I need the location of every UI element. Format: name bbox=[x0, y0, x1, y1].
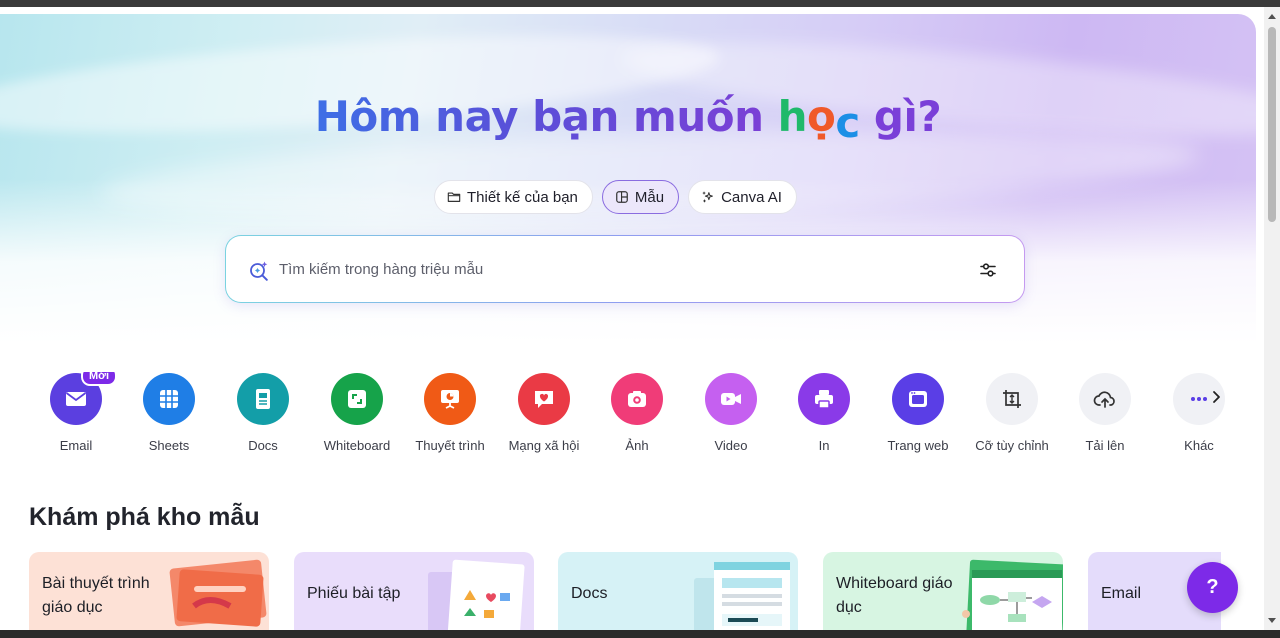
mode-tabs: Thiết kế của bạn Mẫu Canva AI bbox=[434, 180, 797, 214]
card-title: Docs bbox=[571, 585, 608, 602]
tab-label: Canva AI bbox=[721, 188, 782, 206]
whiteboard-icon bbox=[348, 390, 366, 408]
upload-cloud-icon bbox=[1093, 391, 1115, 408]
shortcut-label: Whiteboard bbox=[323, 438, 391, 453]
template-search-bar bbox=[225, 235, 1025, 303]
mail-icon bbox=[65, 392, 87, 406]
shortcut-social-media[interactable]: Mạng xã hội bbox=[497, 372, 591, 453]
shortcut-website[interactable]: Trang web bbox=[871, 372, 965, 453]
tab-your-designs[interactable]: Thiết kế của bạn bbox=[434, 180, 593, 214]
table-icon bbox=[160, 390, 178, 408]
card-docs[interactable]: Docs bbox=[558, 552, 798, 630]
shortcut-label: Docs bbox=[248, 438, 278, 453]
folder-icon bbox=[447, 192, 461, 202]
heart-icon bbox=[535, 391, 553, 408]
shortcut-custom-size[interactable]: Cỡ tùy chỉnh bbox=[965, 372, 1059, 453]
search-input[interactable] bbox=[279, 254, 939, 284]
doc-icon bbox=[256, 389, 270, 409]
shortcut-label: In bbox=[818, 438, 830, 453]
tab-templates[interactable]: Mẫu bbox=[601, 180, 680, 214]
tab-canva-ai[interactable]: Canva AI bbox=[688, 180, 797, 214]
card-educational-presentation[interactable]: Bài thuyết trình giáo dục bbox=[29, 552, 269, 630]
card-title: Bài thuyết trình giáo dục bbox=[42, 575, 150, 616]
scroll-down-arrow-icon[interactable] bbox=[1268, 618, 1276, 623]
card-worksheets[interactable]: Phiếu bài tập bbox=[294, 552, 534, 630]
shortcut-docs[interactable]: Docs bbox=[216, 372, 310, 453]
help-button[interactable]: ? bbox=[1187, 562, 1238, 613]
camera-icon bbox=[628, 391, 646, 407]
shortcut-print[interactable]: In bbox=[777, 372, 871, 453]
template-category-cards: Bài thuyết trình giáo dục Phiếu bài tập … bbox=[29, 552, 1221, 630]
browser-top-edge bbox=[0, 0, 1280, 7]
shortcut-label: Trang web bbox=[887, 438, 949, 453]
printer-icon bbox=[815, 390, 833, 409]
section-title: Khám phá kho mẫu bbox=[29, 503, 260, 531]
shortcut-label: Tải lên bbox=[1085, 438, 1125, 453]
ai-search-icon bbox=[250, 261, 268, 281]
shortcut-label: Ảnh bbox=[625, 438, 649, 453]
shortcut-label: Email bbox=[59, 438, 93, 453]
shortcut-upload[interactable]: Tải lên bbox=[1058, 372, 1152, 453]
shortcut-label: Video bbox=[714, 438, 748, 453]
whiteboard-thumbnail bbox=[962, 559, 1063, 630]
tab-label: Mẫu bbox=[634, 188, 665, 206]
shortcut-email[interactable]: Mới Email bbox=[29, 372, 123, 453]
shortcut-label: Cỡ tùy chỉnh bbox=[975, 438, 1049, 453]
shortcut-sheets[interactable]: Sheets bbox=[122, 372, 216, 453]
shortcut-label: Sheets bbox=[148, 438, 190, 453]
design-type-shortcuts: Mới Email Sheets Docs Whiteboard Thuyết … bbox=[29, 372, 1227, 462]
shortcut-photo[interactable]: Ảnh bbox=[590, 372, 684, 453]
card-educational-whiteboard[interactable]: Whiteboard giáo dục bbox=[823, 552, 1063, 630]
presentation-icon bbox=[441, 390, 459, 409]
shortcut-label: Thuyết trình bbox=[415, 438, 485, 453]
presentation-thumbnail bbox=[169, 559, 267, 627]
shortcut-label: Mạng xã hội bbox=[508, 438, 580, 453]
chevron-right-icon[interactable] bbox=[1209, 390, 1223, 404]
template-icon bbox=[616, 191, 628, 203]
docs-thumbnail bbox=[694, 562, 790, 630]
worksheet-thumbnail bbox=[428, 559, 525, 630]
sparkle-icon bbox=[702, 191, 713, 203]
shortcut-whiteboard[interactable]: Whiteboard bbox=[310, 372, 404, 453]
page-scrollbar[interactable] bbox=[1264, 7, 1280, 630]
website-icon bbox=[909, 391, 927, 407]
scroll-up-arrow-icon[interactable] bbox=[1268, 14, 1276, 19]
shortcut-presentation[interactable]: Thuyết trình bbox=[403, 372, 497, 453]
card-title: Phiếu bài tập bbox=[307, 585, 401, 602]
filter-icon[interactable] bbox=[978, 260, 998, 280]
resize-icon bbox=[1003, 390, 1021, 408]
taskbar-edge bbox=[0, 630, 1280, 638]
card-title: Whiteboard giáo dục bbox=[836, 575, 953, 616]
shortcut-label: Khác bbox=[1184, 438, 1214, 453]
shortcut-video[interactable]: Video bbox=[684, 372, 778, 453]
new-badge: Mới bbox=[81, 372, 118, 386]
shortcut-more[interactable]: Khác bbox=[1152, 372, 1227, 453]
tab-label: Thiết kế của bạn bbox=[467, 188, 578, 206]
page-headline: Hôm nay bạn muốn học gì? bbox=[314, 92, 942, 147]
video-icon bbox=[721, 393, 741, 405]
scrollbar-thumb[interactable] bbox=[1268, 27, 1276, 222]
